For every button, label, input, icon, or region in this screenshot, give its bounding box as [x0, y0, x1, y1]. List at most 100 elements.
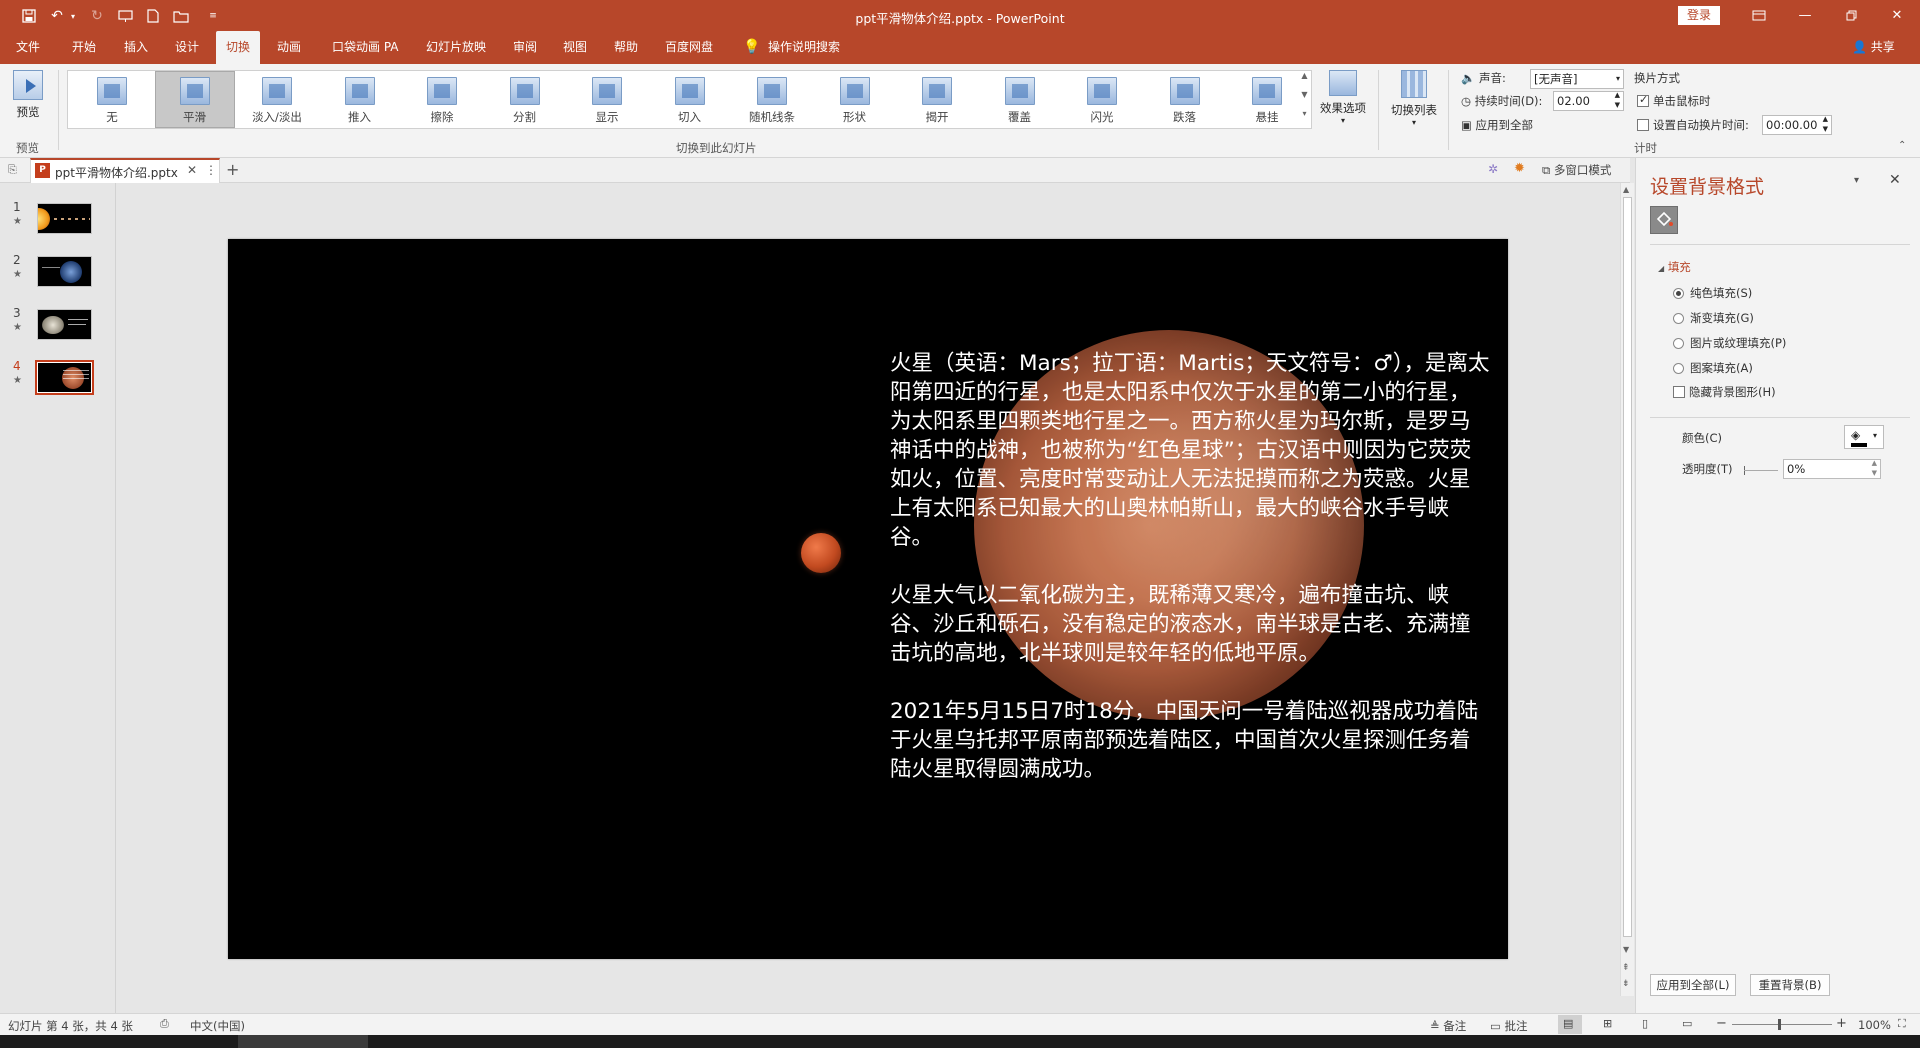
document-tab[interactable]: P ppt平滑物体介绍.pptx ✕ ⋮	[30, 158, 220, 183]
transition-none[interactable]: 无	[72, 72, 152, 128]
menu-design[interactable]: 设计	[175, 31, 199, 64]
chevron-down-icon: ▾	[1873, 431, 1878, 440]
ribbon-display-icon[interactable]	[1736, 0, 1782, 31]
next-slide-icon[interactable]: ⇟	[1622, 979, 1630, 989]
tell-me-search[interactable]: 操作说明搜索	[768, 31, 840, 64]
duration-input[interactable]: 02.00 ▲ ▼	[1553, 91, 1624, 111]
transition-fade[interactable]: 淡入/淡出	[237, 72, 317, 128]
spinner-icon[interactable]: ▲ ▼	[1615, 90, 1620, 110]
tab-menu-icon[interactable]: ⋮	[205, 163, 217, 177]
on-click-checkbox[interactable]: 单击鼠标时	[1637, 93, 1711, 109]
fit-to-window-icon[interactable]: ⛶	[1898, 1017, 1906, 1031]
scroll-down-icon[interactable]: ▼	[1623, 945, 1629, 954]
close-icon[interactable]: ✕	[1874, 0, 1920, 31]
vertical-scrollbar[interactable]: ▲ ▼ ⇞ ⇟	[1620, 183, 1634, 996]
pattern-fill-radio[interactable]: 图案填充(A)	[1673, 360, 1753, 376]
close-pane-icon[interactable]: ✕	[1889, 172, 1901, 188]
transition-fall-over[interactable]: 跌落	[1145, 72, 1225, 128]
new-tab-icon[interactable]: +	[226, 160, 239, 179]
menu-animations[interactable]: 动画	[277, 31, 301, 64]
preview-button[interactable]: 预览	[10, 70, 46, 130]
effect-options-button[interactable]: 效果选项 ▾	[1320, 70, 1366, 136]
pin-icon[interactable]: ✲	[1488, 162, 1498, 176]
zoom-out-icon[interactable]: −	[1716, 1016, 1727, 1031]
auto-advance-checkbox[interactable]: 设置自动换片时间:	[1637, 117, 1749, 133]
previous-slide-icon[interactable]: ⇞	[1622, 963, 1630, 973]
auto-advance-time-input[interactable]: 00:00.00 ▲ ▼	[1762, 115, 1832, 135]
apply-all-button[interactable]: ▣ 应用到全部	[1461, 117, 1533, 133]
apply-to-all-button[interactable]: 应用到全部(L)	[1650, 974, 1736, 996]
menu-insert[interactable]: 插入	[124, 31, 148, 64]
tab-list-icon[interactable]: ⎘	[8, 163, 17, 177]
slide-thumbnail-4[interactable]	[35, 360, 94, 395]
slideshow-view-icon[interactable]: ▭	[1682, 1017, 1692, 1030]
gallery-scroll-down-icon[interactable]: ▼	[1298, 90, 1311, 109]
share-button[interactable]: 👤 共享	[1852, 31, 1895, 64]
slide-thumbnail-3[interactable]	[37, 309, 92, 340]
restore-icon[interactable]	[1828, 0, 1874, 31]
transition-cut[interactable]: 切入	[650, 72, 730, 128]
gradient-fill-radio[interactable]: 渐变填充(G)	[1673, 310, 1754, 326]
notes-button[interactable]: ≜ 备注	[1430, 1018, 1466, 1034]
scroll-thumb[interactable]	[1623, 197, 1632, 937]
comments-button[interactable]: ▭ 批注	[1490, 1018, 1528, 1034]
picture-fill-radio[interactable]: 图片或纹理填充(P)	[1673, 335, 1786, 351]
slide-thumbnail-2[interactable]	[37, 256, 92, 287]
spinner-icon[interactable]: ▲ ▼	[1823, 114, 1828, 134]
menu-pocket-animation[interactable]: 口袋动画 PA	[332, 31, 399, 64]
transition-push[interactable]: 推入	[320, 72, 400, 128]
transition-wipe[interactable]: 擦除	[402, 72, 482, 128]
zoom-in-icon[interactable]: +	[1836, 1016, 1847, 1031]
menu-home[interactable]: 开始	[72, 31, 96, 64]
fill-section-header[interactable]: ◢ 填充	[1658, 259, 1691, 275]
language-status[interactable]: 中文(中国)	[190, 1018, 245, 1034]
menu-review[interactable]: 审阅	[513, 31, 537, 64]
transition-morph[interactable]: 平滑	[154, 71, 235, 128]
solid-fill-radio[interactable]: 纯色填充(S)	[1673, 285, 1752, 301]
slide-editing-canvas[interactable]: 火星（英语：Mars；拉丁语：Martis；天文符号：♂），是离太阳第四近的行星…	[116, 183, 1620, 1013]
collapse-ribbon-icon[interactable]: ⌃	[1898, 140, 1906, 151]
slide-thumbnail-1[interactable]	[37, 203, 92, 234]
transparency-input[interactable]: 0% ▲ ▼	[1783, 459, 1881, 479]
fill-bucket-icon[interactable]	[1650, 206, 1678, 234]
menu-baidu-netdisk[interactable]: 百度网盘	[665, 31, 713, 64]
multiwindow-mode-button[interactable]: ⧉ 多窗口模式	[1542, 162, 1611, 178]
menu-transitions[interactable]: 切换	[216, 31, 261, 64]
transition-uncover[interactable]: 揭开	[897, 72, 977, 128]
zoom-slider-thumb[interactable]	[1778, 1019, 1781, 1030]
close-tab-icon[interactable]: ✕	[187, 163, 197, 177]
reset-background-button[interactable]: 重置背景(B)	[1750, 974, 1830, 996]
color-picker-button[interactable]: ◈ ▾	[1844, 425, 1884, 449]
mars-small-image[interactable]	[801, 533, 841, 573]
slide-sorter-icon[interactable]: ⊞	[1603, 1017, 1612, 1030]
transition-reveal[interactable]: 显示	[567, 72, 647, 128]
settings-gear-icon[interactable]: ✹	[1514, 161, 1525, 176]
scroll-up-icon[interactable]: ▲	[1623, 185, 1629, 194]
gallery-scroll-up-icon[interactable]: ▲	[1298, 71, 1311, 90]
slide-text-box[interactable]: 火星（英语：Mars；拉丁语：Martis；天文符号：♂），是离太阳第四近的行星…	[890, 349, 1490, 813]
gallery-expand-icon[interactable]: ▾	[1298, 109, 1311, 128]
login-button[interactable]: 登录	[1678, 6, 1720, 25]
minimize-icon[interactable]: —	[1782, 0, 1828, 31]
pane-options-icon[interactable]: ▾	[1854, 175, 1859, 186]
transition-random-bars[interactable]: 随机线条	[732, 72, 812, 128]
menu-slideshow[interactable]: 幻灯片放映	[426, 31, 486, 64]
menu-view[interactable]: 视图	[563, 31, 587, 64]
spellcheck-icon[interactable]: ⎙	[160, 1017, 169, 1031]
spinner-icon[interactable]: ▲ ▼	[1872, 458, 1877, 478]
transition-shape[interactable]: 形状	[815, 72, 895, 128]
reading-view-icon[interactable]: ▯	[1642, 1017, 1648, 1030]
switch-list-button[interactable]: 切换列表 ▾	[1388, 70, 1440, 136]
transition-drape[interactable]: 悬挂	[1227, 72, 1307, 128]
transition-split[interactable]: 分割	[485, 72, 565, 128]
sound-select[interactable]: [无声音] ▾	[1530, 69, 1624, 89]
taskbar-app[interactable]	[238, 1035, 368, 1048]
menu-help[interactable]: 帮助	[614, 31, 638, 64]
hide-background-checkbox[interactable]: 隐藏背景图形(H)	[1673, 384, 1776, 400]
transition-cover[interactable]: 覆盖	[980, 72, 1060, 128]
transition-flash[interactable]: 闪光	[1062, 72, 1142, 128]
menu-file[interactable]: 文件	[16, 31, 40, 64]
zoom-slider[interactable]	[1732, 1024, 1832, 1025]
zoom-level[interactable]: 100%	[1858, 1018, 1891, 1032]
slide[interactable]: 火星（英语：Mars；拉丁语：Martis；天文符号：♂），是离太阳第四近的行星…	[228, 239, 1508, 959]
